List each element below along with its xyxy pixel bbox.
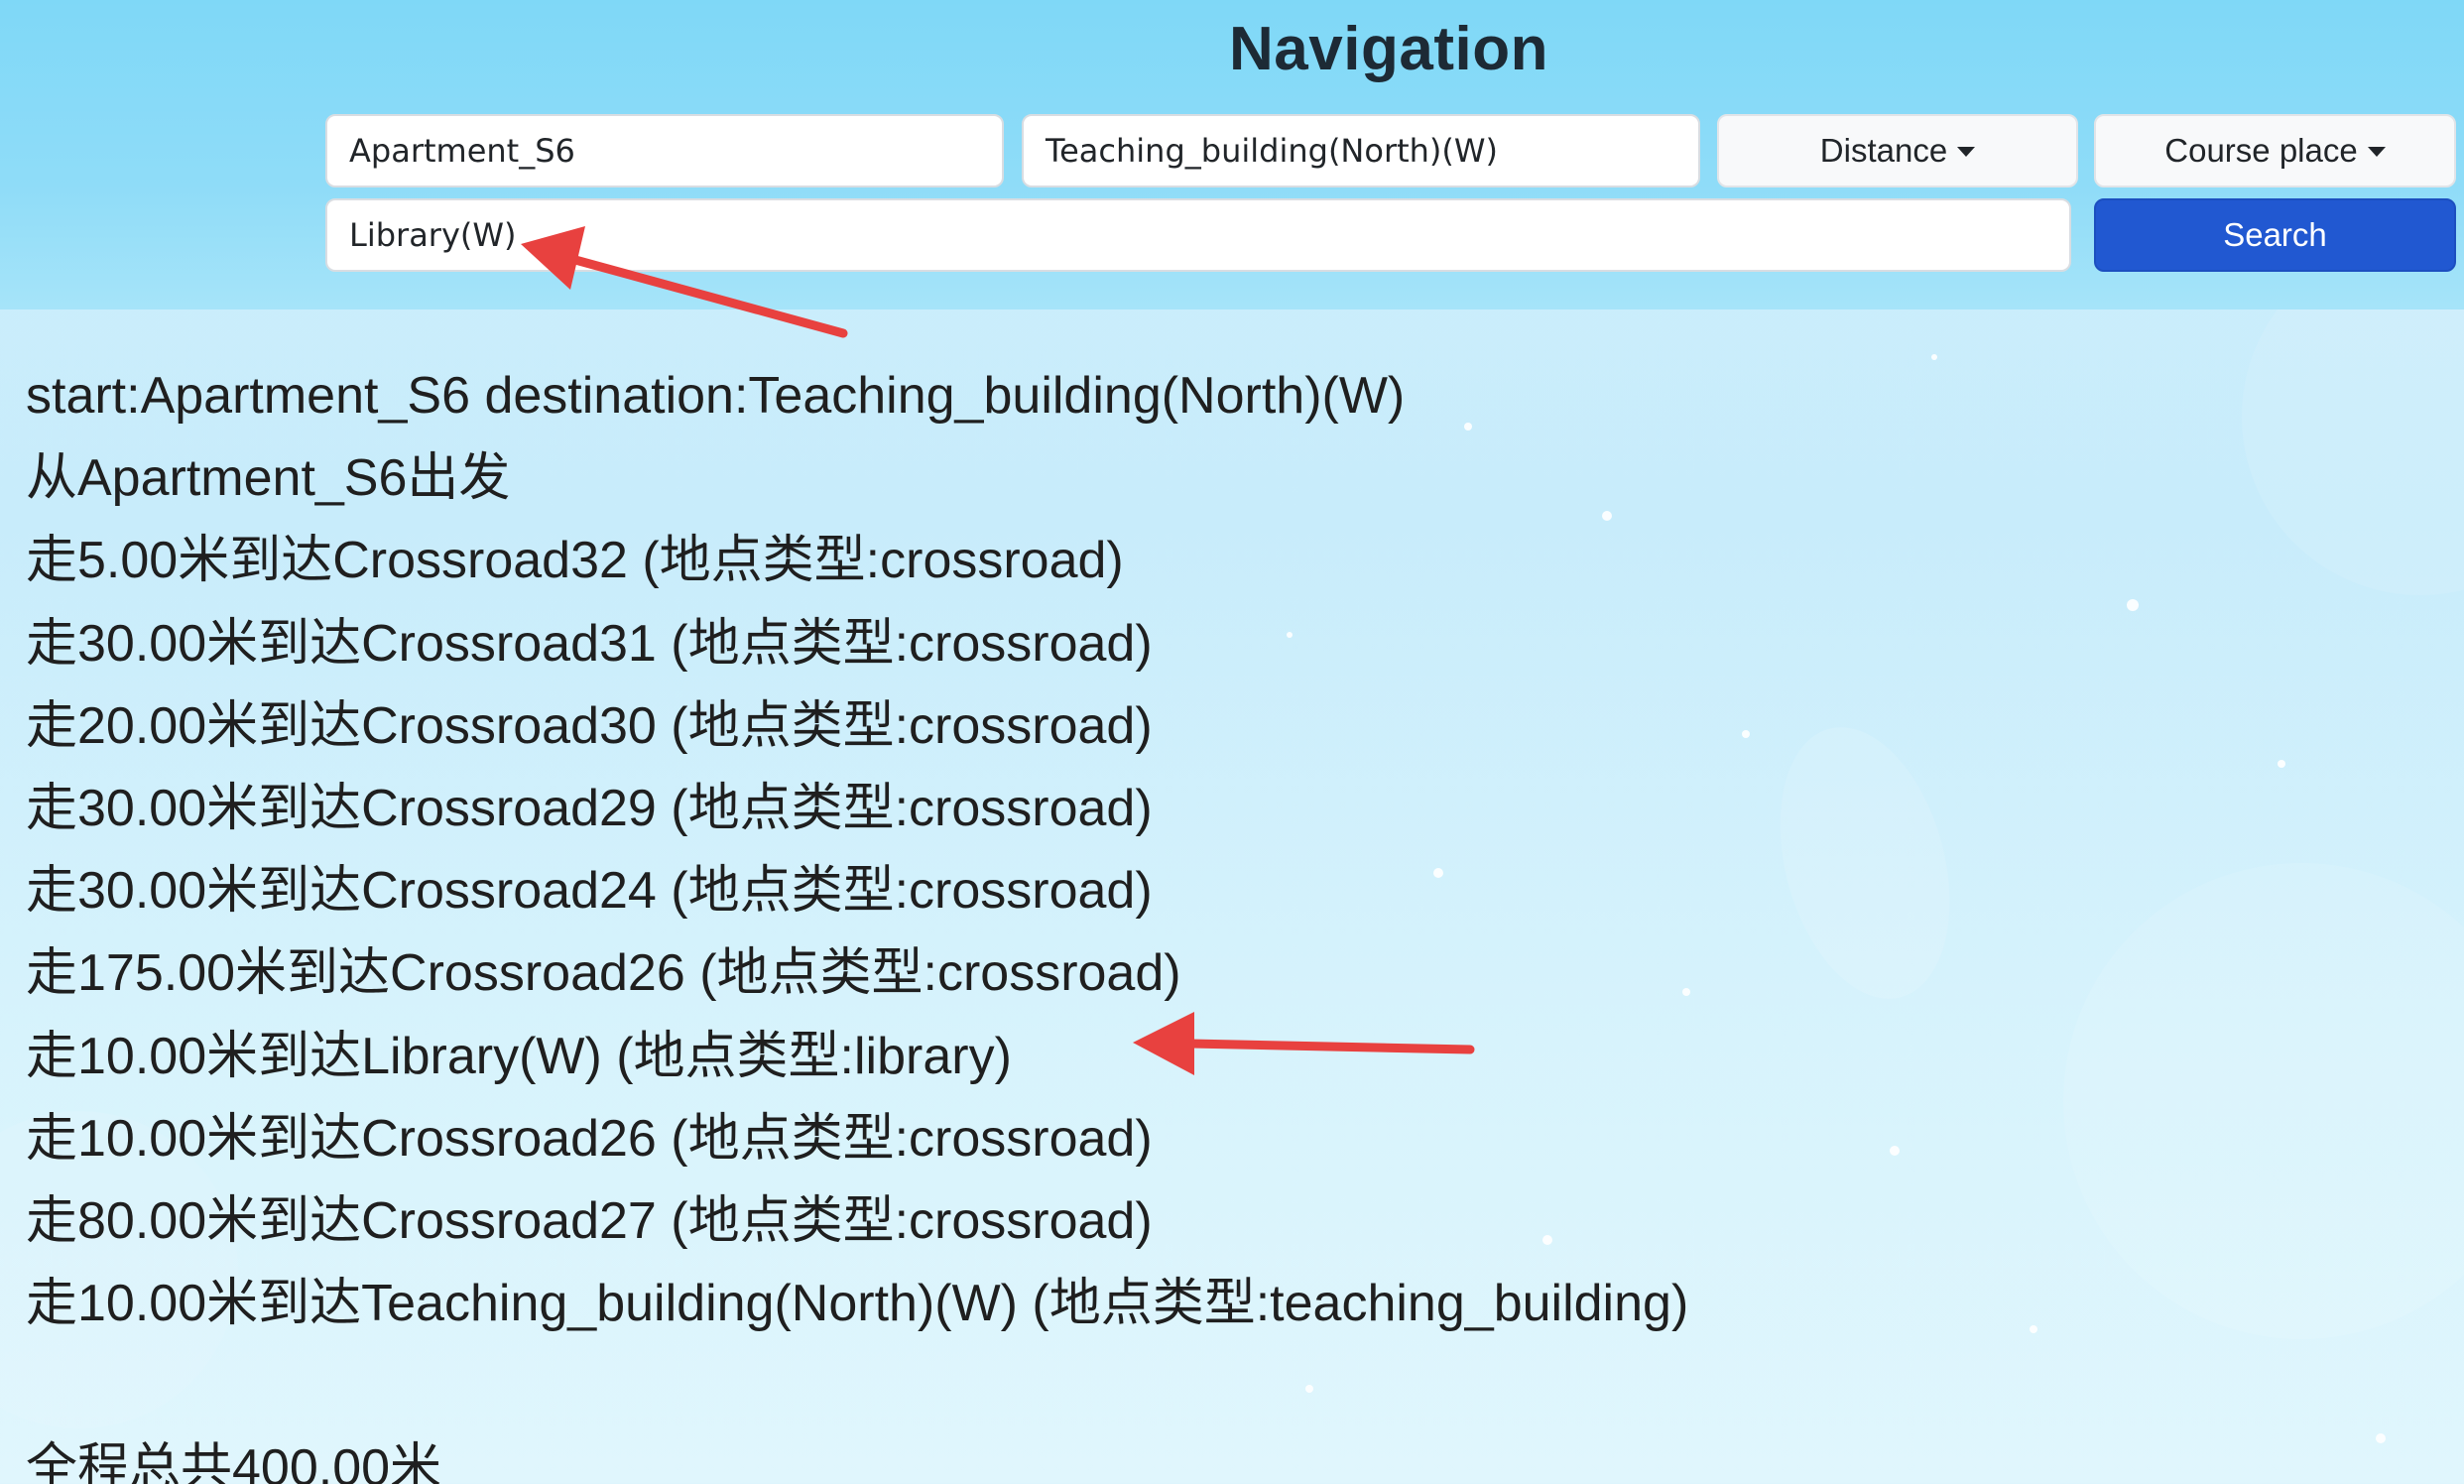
route-step-line: 走80.00米到达Crossroad27 (地点类型:crossroad) [26,1191,1153,1250]
distance-dropdown[interactable]: Distance [1717,114,2078,187]
route-step-line: 走10.00米到达Crossroad26 (地点类型:crossroad) [26,1109,1153,1168]
distance-dropdown-label: Distance [1819,132,1948,169]
caret-down-icon [2367,147,2386,157]
route-step-line: 走10.00米到达Library(W) (地点类型:library) [26,1027,1012,1085]
route-summary-line: start:Apartment_S6 destination:Teaching_… [26,367,1406,425]
route-results: start:Apartment_S6 destination:Teaching_… [26,355,2406,1484]
destination-input-value: Teaching_building(North)(W) [1046,132,1499,170]
search-button[interactable]: Search [2094,198,2456,272]
route-step-line: 走30.00米到达Crossroad29 (地点类型:crossroad) [26,779,1153,837]
start-input[interactable]: Apartment_S6 [325,114,1004,187]
destination-input[interactable]: Teaching_building(North)(W) [1022,114,1700,187]
route-step-line: 走20.00米到达Crossroad30 (地点类型:crossroad) [26,696,1153,755]
start-input-value: Apartment_S6 [349,132,575,170]
route-step-line: 走175.00米到达Crossroad26 (地点类型:crossroad) [26,944,1181,1003]
route-total-line: 全程总共400.00米 [26,1439,442,1484]
route-step-line: 走5.00米到达Crossroad32 (地点类型:crossroad) [26,532,1124,590]
waypoint-input[interactable]: Library(W) [325,198,2071,272]
caret-down-icon [1957,147,1976,157]
route-step-line: 从Apartment_S6出发 [26,449,511,508]
route-step-line: 走10.00米到达Teaching_building(North)(W) (地点… [26,1275,1689,1333]
blank-spacer [26,1345,2406,1427]
route-step-line: 走30.00米到达Crossroad24 (地点类型:crossroad) [26,862,1153,921]
waypoint-input-value: Library(W) [349,216,517,254]
course-place-dropdown[interactable]: Course place [2094,114,2456,187]
route-step-line: 走30.00米到达Crossroad31 (地点类型:crossroad) [26,614,1153,673]
search-button-label: Search [2223,216,2327,253]
course-place-dropdown-label: Course place [2164,132,2358,169]
page-title: Navigation [1229,15,1548,83]
